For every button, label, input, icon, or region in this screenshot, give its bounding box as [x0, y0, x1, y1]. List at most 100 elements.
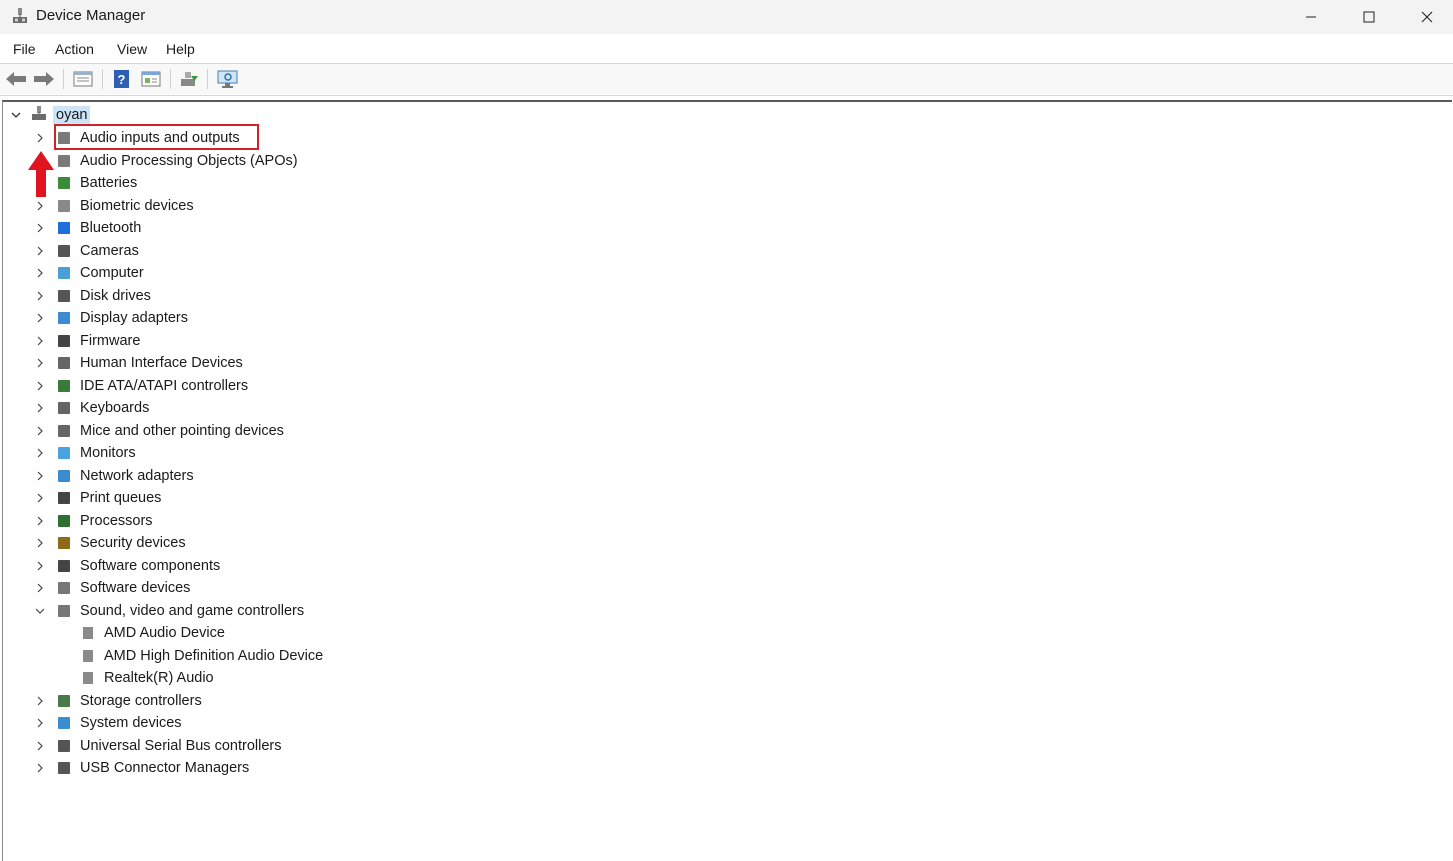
monitor-icon [58, 447, 70, 459]
scan-hardware-icon [217, 70, 238, 88]
red-arrow-annotation [28, 151, 54, 197]
chevron-right-icon[interactable] [34, 402, 46, 414]
minimize-button[interactable] [1282, 0, 1340, 34]
system-device-icon [58, 717, 70, 729]
tree-category-label[interactable]: Monitors [80, 444, 136, 462]
tree-category-label[interactable]: Cameras [80, 242, 139, 260]
chevron-right-icon[interactable] [34, 222, 46, 234]
tree-category-label[interactable]: Sound, video and game controllers [80, 602, 304, 620]
menu-bar: File Action View Help [0, 36, 1453, 62]
menu-help[interactable]: Help [164, 41, 197, 57]
minimize-icon [1306, 16, 1316, 18]
tree-device-label[interactable]: AMD High Definition Audio Device [104, 647, 323, 665]
camera-icon [58, 244, 70, 257]
chevron-down-icon[interactable] [34, 605, 46, 617]
menu-view[interactable]: View [115, 41, 149, 57]
chevron-right-icon[interactable] [34, 312, 46, 324]
chevron-right-icon[interactable] [34, 245, 46, 257]
tree-category-label[interactable]: Storage controllers [80, 692, 202, 710]
keyboard-device-icon [58, 357, 70, 369]
chevron-right-icon[interactable] [34, 762, 46, 774]
update-driver-button[interactable] [177, 67, 201, 91]
highlight-box [54, 124, 259, 150]
speaker-icon [83, 649, 93, 662]
display-adapter-icon [58, 312, 70, 324]
tree-category-label[interactable]: Universal Serial Bus controllers [80, 737, 281, 755]
window-title: Device Manager [36, 7, 146, 24]
forward-button[interactable] [32, 67, 56, 91]
tree-category-label[interactable]: System devices [80, 714, 182, 732]
security-key-icon [58, 537, 70, 549]
chevron-right-icon[interactable] [34, 200, 46, 212]
speaker-icon [83, 627, 93, 639]
usb-plug-icon [58, 762, 70, 774]
tree-category-label[interactable]: Display adapters [80, 309, 188, 327]
fingerprint-icon [58, 199, 70, 212]
tree-category-label[interactable]: Biometric devices [80, 197, 194, 215]
tree-category-label[interactable]: Disk drives [80, 287, 151, 305]
help-icon: ? [114, 70, 129, 88]
tree-category-label[interactable]: Processors [80, 512, 153, 530]
close-button[interactable] [1398, 0, 1453, 34]
tree-category-label[interactable]: Batteries [80, 174, 137, 192]
tree-category-label[interactable]: Mice and other pointing devices [80, 422, 284, 440]
mouse-icon [58, 424, 70, 437]
tree-category-label[interactable]: Security devices [80, 534, 186, 552]
tree-category-label[interactable]: Bluetooth [80, 219, 141, 237]
chevron-right-icon[interactable] [34, 267, 46, 279]
chevron-right-icon[interactable] [34, 425, 46, 437]
tree-category-label[interactable]: Print queues [80, 489, 161, 507]
chevron-down-icon[interactable] [10, 109, 22, 121]
toolbar: ? [0, 64, 1453, 94]
tree-category-label[interactable]: Software devices [80, 579, 190, 597]
chevron-right-icon[interactable] [34, 515, 46, 527]
chevron-right-icon[interactable] [34, 582, 46, 594]
chevron-right-icon[interactable] [34, 717, 46, 729]
chevron-right-icon[interactable] [34, 335, 46, 347]
chevron-right-icon[interactable] [34, 132, 46, 144]
tree-category-label[interactable]: Firmware [80, 332, 140, 350]
back-button[interactable] [4, 67, 28, 91]
menu-file[interactable]: File [11, 41, 38, 57]
tree-device-label[interactable]: Realtek(R) Audio [104, 669, 214, 687]
menu-action[interactable]: Action [53, 41, 96, 57]
network-adapter-icon [58, 469, 70, 482]
chevron-right-icon[interactable] [34, 380, 46, 392]
chevron-right-icon[interactable] [34, 357, 46, 369]
printer-icon [58, 492, 70, 504]
tree-device-label[interactable]: AMD Audio Device [104, 624, 225, 642]
chevron-right-icon[interactable] [34, 537, 46, 549]
chevron-right-icon[interactable] [34, 492, 46, 504]
tree-category-label[interactable]: Human Interface Devices [80, 354, 243, 372]
tree-category-label[interactable]: IDE ATA/ATAPI controllers [80, 377, 248, 395]
help-button[interactable]: ? [110, 67, 134, 91]
svg-text:?: ? [118, 72, 126, 87]
tree-category-label[interactable]: USB Connector Managers [80, 759, 249, 777]
properties-button[interactable] [71, 67, 95, 91]
tree-category-label[interactable]: Network adapters [80, 467, 194, 485]
run-button[interactable] [139, 67, 163, 91]
chevron-right-icon[interactable] [34, 560, 46, 572]
chevron-right-icon[interactable] [34, 695, 46, 707]
toolbar-separator [102, 69, 103, 89]
storage-controller-icon [58, 694, 70, 707]
chevron-right-icon[interactable] [34, 740, 46, 752]
maximize-button[interactable] [1340, 0, 1398, 34]
tree-category-label[interactable]: Audio Processing Objects (APOs) [80, 152, 298, 170]
tree-root-label[interactable]: oyan [53, 106, 91, 124]
keyboard-icon [58, 402, 70, 414]
scan-hardware-button[interactable] [216, 67, 240, 91]
chevron-right-icon[interactable] [34, 290, 46, 302]
bluetooth-icon [58, 222, 70, 234]
usb-plug-icon [58, 739, 70, 752]
chevron-right-icon[interactable] [34, 470, 46, 482]
tree-category-label[interactable]: Software components [80, 557, 220, 575]
toolbar-divider [0, 95, 1453, 96]
title-bar: Device Manager [0, 0, 1453, 34]
chevron-right-icon[interactable] [34, 447, 46, 459]
firmware-icon [58, 334, 70, 347]
update-driver-icon [181, 72, 198, 86]
tree-category-label[interactable]: Computer [80, 264, 144, 282]
tree-category-label[interactable]: Keyboards [80, 399, 149, 417]
back-arrow-icon [6, 72, 26, 86]
